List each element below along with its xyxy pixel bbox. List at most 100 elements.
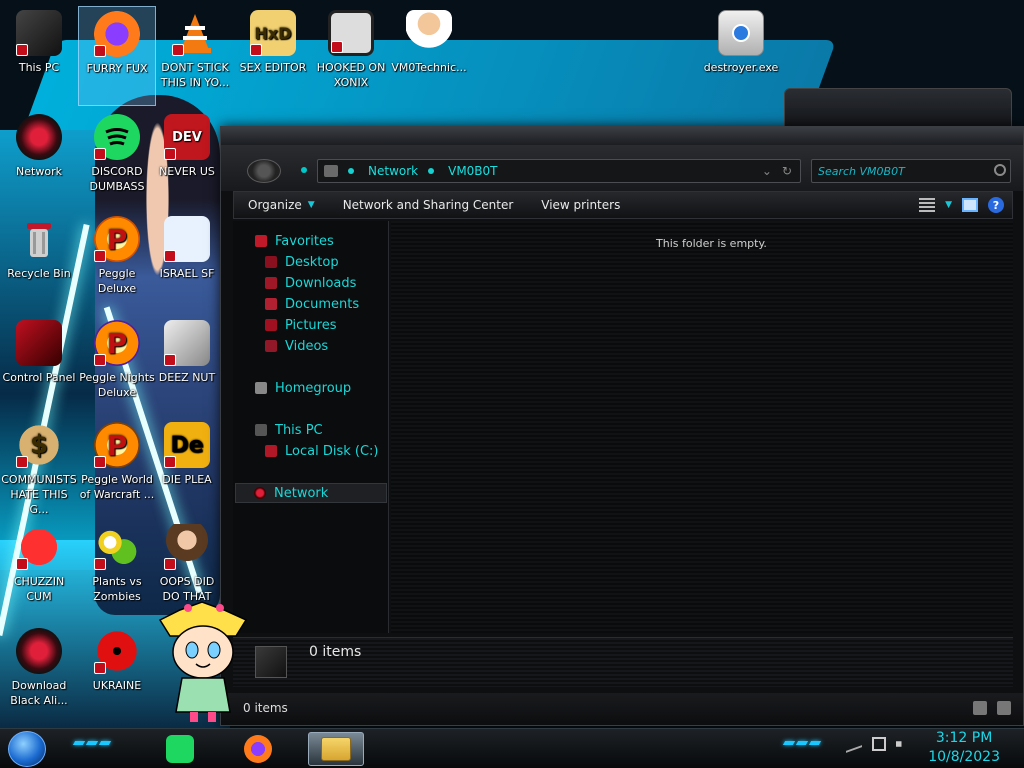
breadcrumb-separator-icon xyxy=(348,168,354,174)
show-desktop-icon[interactable] xyxy=(846,735,862,753)
chevron-down-icon[interactable]: ▼ xyxy=(945,200,952,210)
nav-homegroup-label: Homegroup xyxy=(275,380,352,396)
organize-label: Organize xyxy=(248,198,302,212)
window-titlebar[interactable] xyxy=(221,127,1023,145)
taskbar-firefox-button[interactable] xyxy=(230,732,286,766)
search-input[interactable] xyxy=(811,159,1011,183)
empty-folder-message: This folder is empty. xyxy=(656,237,767,250)
taskbar-light-strip xyxy=(72,741,112,745)
breadcrumb-vm0b0t[interactable]: VM0B0T xyxy=(448,164,497,178)
executable-icon xyxy=(718,10,764,56)
spotify-icon xyxy=(166,735,194,763)
nav-this-pc[interactable]: This PC xyxy=(255,420,323,440)
desktop-icon-label: Network xyxy=(16,165,62,178)
nav-network[interactable]: Network xyxy=(235,483,387,503)
nav-desktop-label: Desktop xyxy=(285,254,339,270)
preview-pane-icon[interactable] xyxy=(962,198,978,212)
desktop-icon-communists[interactable]: $ COMMUNISTS HATE THIS G... xyxy=(0,418,78,518)
nav-homegroup[interactable]: Homegroup xyxy=(255,378,351,398)
taskbar-spotify-button[interactable] xyxy=(152,732,208,766)
desktop-icon-recycle-bin[interactable]: Recycle Bin xyxy=(0,212,78,312)
recent-pages-icon[interactable] xyxy=(301,167,307,173)
dev-cpp-icon: DEV xyxy=(164,114,210,160)
pictures-folder-icon xyxy=(265,319,277,331)
plant-flower-icon xyxy=(94,524,140,570)
volume-icon[interactable] xyxy=(896,737,910,751)
details-view-icon[interactable] xyxy=(973,701,987,715)
recycle-bin-icon xyxy=(16,216,62,262)
desktop-icon-peggle-deluxe[interactable]: P Peggle Deluxe xyxy=(78,212,156,312)
desktop-icon-dont-stick[interactable]: DONT STICK THIS IN YO... xyxy=(156,6,234,106)
view-printers-button[interactable]: View printers xyxy=(527,192,634,218)
desktop-icon-furry-fux[interactable]: FURRY FUX xyxy=(78,6,156,106)
desktop-icon-israel-sf[interactable]: ISRAEL SF xyxy=(156,212,218,312)
desktop-icon-label: ISRAEL SF xyxy=(159,267,215,280)
desktop-icon-sex-editor[interactable]: HxD SEX EDITOR xyxy=(234,6,312,106)
nav-favorites[interactable]: Favorites xyxy=(255,231,334,251)
organize-button[interactable]: Organize ▼ xyxy=(234,192,329,218)
nav-pictures-label: Pictures xyxy=(285,317,337,333)
desktop-icon-chuzzin-cum[interactable]: CHUZZIN CUM xyxy=(0,520,78,620)
desktop-icon-network[interactable]: Network xyxy=(0,110,78,210)
address-bar[interactable]: Network VM0B0T ⌄ ↻ xyxy=(317,159,801,183)
clock-date: 10/8/2023 xyxy=(928,749,1000,765)
desktop-icon-discord-dumbass[interactable]: DISCORD DUMBASS xyxy=(78,110,156,210)
explorer-window[interactable]: Network VM0B0T ⌄ ↻ Organize ▼ Network an… xyxy=(220,126,1024,726)
back-forward-orb-icon[interactable] xyxy=(247,159,281,183)
desktop-icon-ukraine[interactable]: UKRAINE xyxy=(78,624,156,724)
desktop-icon-download-black-ali[interactable]: Download Black Ali... xyxy=(0,624,78,724)
search-icon[interactable] xyxy=(994,164,1006,176)
file-list-pane[interactable]: This folder is empty. xyxy=(391,221,1013,633)
money-bag-icon: $ xyxy=(16,422,62,468)
desktop-icon-peggle-nights[interactable]: P Peggle Nights Deluxe xyxy=(78,316,156,416)
peggle-icon: P xyxy=(94,422,140,468)
desktop-icon-peggle-wow[interactable]: P Peggle World of Warcraft ... xyxy=(78,418,156,518)
desktop-icon-die-plea[interactable]: De DIE PLEA xyxy=(156,418,218,518)
nav-this-pc-label: This PC xyxy=(275,422,323,438)
large-icons-view-icon[interactable] xyxy=(997,701,1011,715)
desktop-icon-destroyer-exe[interactable]: destroyer.exe xyxy=(702,6,780,106)
desktop-icon-deez-nut[interactable]: DEEZ NUT xyxy=(156,316,218,416)
breadcrumb-network[interactable]: Network xyxy=(368,164,418,178)
desktop-icon-label: DIE PLEA xyxy=(162,473,212,486)
nav-downloads[interactable]: Downloads xyxy=(265,273,356,293)
network-globe-icon xyxy=(16,114,62,160)
chuzzle-icon xyxy=(16,524,62,570)
nav-local-disk-label: Local Disk (C:) xyxy=(285,443,379,459)
system-tray xyxy=(846,735,910,753)
nav-desktop[interactable]: Desktop xyxy=(265,252,339,272)
view-printers-label: View printers xyxy=(541,198,621,212)
xonix-game-icon xyxy=(328,10,374,56)
hxd-editor-icon: HxD xyxy=(250,10,296,56)
nav-pictures[interactable]: Pictures xyxy=(265,315,336,335)
taskbar-clock[interactable]: 3:12 PM 10/8/2023 xyxy=(928,729,1000,767)
nav-documents[interactable]: Documents xyxy=(265,294,359,314)
address-dropdown-icon[interactable]: ⌄ xyxy=(762,164,772,178)
network-sharing-label: Network and Sharing Center xyxy=(342,198,514,212)
help-icon[interactable]: ? xyxy=(988,197,1004,213)
desktop-icon-this-pc[interactable]: This PC xyxy=(0,6,78,106)
nav-local-disk[interactable]: Local Disk (C:) xyxy=(265,441,378,461)
refresh-icon[interactable]: ↻ xyxy=(782,164,792,178)
network-tray-icon[interactable] xyxy=(872,737,886,751)
radiation-icon xyxy=(94,628,140,674)
change-view-icon[interactable] xyxy=(919,198,936,212)
network-sharing-center-button[interactable]: Network and Sharing Center xyxy=(329,192,528,218)
desktop-icon-label: This PC xyxy=(18,61,60,74)
windows-stack-icon xyxy=(164,320,210,366)
desktop-icon-plants-vs-zombies[interactable]: Plants vs Zombies xyxy=(78,520,156,620)
desktop-icon-control-panel[interactable]: Control Panel xyxy=(0,316,78,416)
delphi-icon: De xyxy=(164,422,210,468)
nav-videos[interactable]: Videos xyxy=(265,336,328,356)
videos-folder-icon xyxy=(265,340,277,352)
desktop-icon-label: destroyer.exe xyxy=(703,61,779,74)
start-button[interactable] xyxy=(8,731,46,767)
peggle-icon: P xyxy=(94,216,140,262)
firefox-icon xyxy=(94,11,140,57)
folder-icon xyxy=(321,737,351,761)
desktop-icon-never-us[interactable]: DEV NEVER US xyxy=(156,110,218,210)
desktop-icon-vm0technic[interactable]: VM0Technic... xyxy=(390,6,468,106)
homegroup-icon xyxy=(255,382,267,394)
taskbar-file-explorer-button[interactable] xyxy=(308,732,364,766)
desktop-icon-hooked-on-xonix[interactable]: HOOKED ON XONIX xyxy=(312,6,390,106)
